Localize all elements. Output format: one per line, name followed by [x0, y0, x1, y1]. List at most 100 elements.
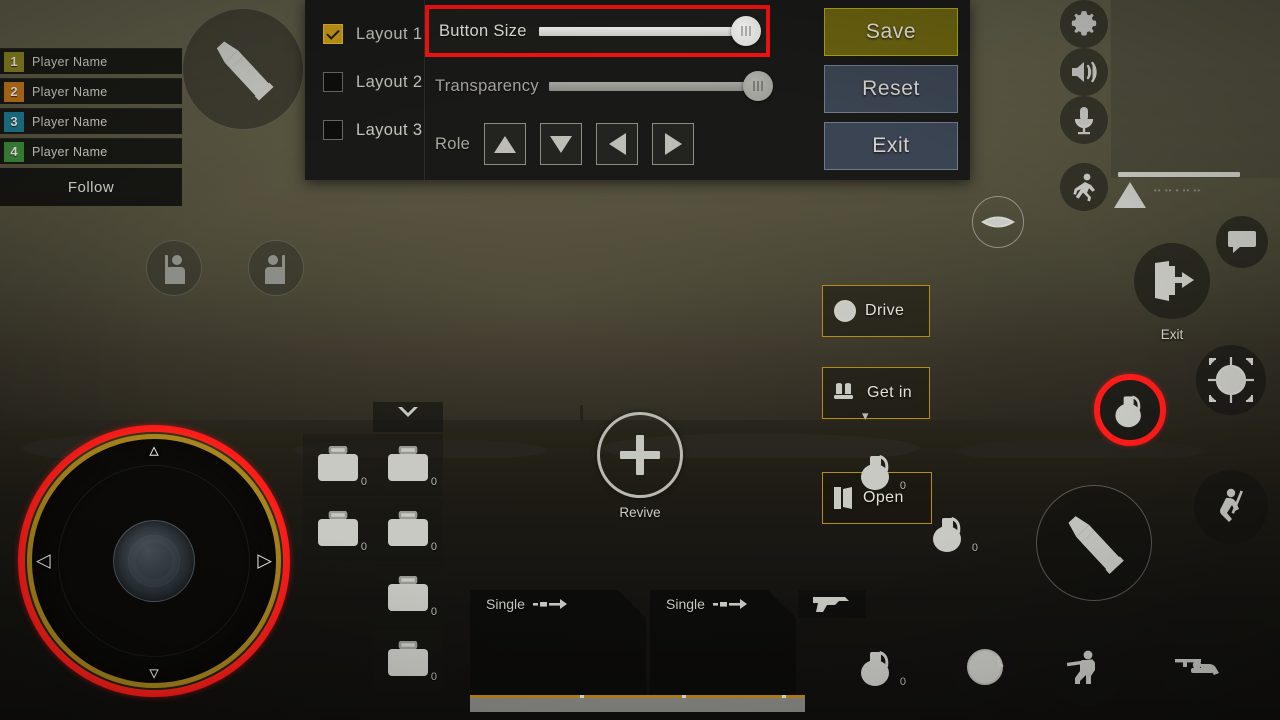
- item-slot[interactable]: 0: [373, 499, 443, 561]
- warning-icon: [1114, 182, 1146, 208]
- panel-exit-button[interactable]: Exit: [824, 122, 958, 170]
- follow-button[interactable]: Follow: [0, 168, 182, 206]
- revive-circle: [597, 412, 683, 498]
- minimap[interactable]: [1110, 0, 1280, 178]
- sprint-button[interactable]: [1060, 163, 1108, 211]
- revive-label: Revive: [619, 505, 661, 520]
- microphone-button[interactable]: [1060, 96, 1108, 144]
- weapon-slot-secondary[interactable]: Single: [650, 590, 796, 695]
- item-count: 0: [360, 541, 367, 553]
- speaker-icon: [1072, 61, 1097, 83]
- joystick-up-chevron: ▵: [149, 440, 159, 461]
- weapon-slot-tab: Single: [650, 590, 796, 618]
- role-move-up-button[interactable]: [484, 123, 527, 165]
- distant-tree: [580, 405, 583, 421]
- weapon-slot-primary[interactable]: Single: [470, 590, 646, 695]
- compass-bar: [1118, 172, 1240, 177]
- item-collapse-button[interactable]: [373, 402, 443, 432]
- gear-icon: [1071, 11, 1097, 36]
- grenade-icon: [933, 517, 961, 552]
- fire-mode-label: Single: [666, 596, 705, 612]
- get-in-label: Get in: [867, 384, 913, 401]
- team-member-name: Player Name: [32, 144, 108, 159]
- layout-2-checkbox[interactable]: [323, 72, 343, 92]
- grenade-slot[interactable]: 0: [846, 636, 908, 698]
- item-slot[interactable]: 0: [373, 434, 443, 496]
- save-button[interactable]: Save: [824, 8, 958, 56]
- team-member-row[interactable]: 4 Player Name: [0, 138, 182, 164]
- peek-button[interactable]: [972, 196, 1024, 248]
- team-member-row[interactable]: 2 Player Name: [0, 78, 182, 104]
- grenade-slot[interactable]: 0: [918, 502, 980, 564]
- weapon-slot-pistol[interactable]: [798, 590, 866, 618]
- item-slot[interactable]: 0: [373, 629, 443, 691]
- item-slot[interactable]: 0: [373, 564, 443, 626]
- grenade-count: 0: [899, 480, 906, 492]
- movement-joystick[interactable]: ▵ ▿ ◁ ▷: [18, 425, 290, 697]
- lean-right-icon: [265, 255, 285, 284]
- team-member-badge: 3: [4, 111, 24, 132]
- button-size-slider[interactable]: [538, 16, 761, 46]
- sprint-icon: [1073, 173, 1095, 202]
- team-member-row[interactable]: 1 Player Name: [0, 48, 182, 74]
- item-count: 0: [360, 476, 367, 488]
- layout-option-3[interactable]: Layout 3: [323, 106, 424, 154]
- layout-option-2[interactable]: Layout 2: [323, 58, 424, 106]
- vault-button[interactable]: [1194, 470, 1268, 544]
- team-member-row[interactable]: 3 Player Name: [0, 108, 182, 134]
- fire-mode-arrow-icon: [712, 599, 747, 609]
- get-in-collapse-chevron[interactable]: ▾: [862, 408, 869, 424]
- get-in-button[interactable]: Get in: [822, 367, 930, 419]
- warning-text: •• •• • •• ••: [1154, 186, 1202, 195]
- steering-wheel-icon: [834, 300, 856, 322]
- role-move-down-button[interactable]: [540, 123, 583, 165]
- revive-button[interactable]: Revive: [597, 412, 683, 520]
- layout-3-label: Layout 3: [356, 120, 423, 139]
- arrow-left-icon: [608, 133, 626, 155]
- bullet-icon: [216, 41, 274, 101]
- slider-knob[interactable]: [730, 16, 761, 46]
- scope-button[interactable]: [1196, 345, 1266, 415]
- drive-button[interactable]: Drive: [822, 285, 930, 337]
- layout-option-1[interactable]: Layout 1: [323, 10, 424, 58]
- reload-button[interactable]: [952, 634, 1018, 700]
- transparency-slider[interactable]: [548, 71, 773, 101]
- item-count: 0: [430, 541, 437, 553]
- chevron-down-icon: [398, 407, 418, 417]
- exit-vehicle-button[interactable]: [1134, 243, 1210, 319]
- joystick-knob[interactable]: [113, 520, 195, 602]
- audio-toggle-button[interactable]: [1060, 48, 1108, 96]
- lean-left-button[interactable]: [146, 240, 202, 296]
- role-row: Role: [429, 118, 774, 170]
- bullet-icon: [1068, 516, 1124, 574]
- fire-button-secondary[interactable]: [182, 8, 304, 130]
- slider-track: [538, 26, 751, 36]
- team-member-badge: 4: [4, 141, 24, 162]
- grenade-button[interactable]: [1094, 374, 1166, 446]
- joystick-left-chevron: ◁: [36, 550, 51, 572]
- crouch-icon: [1066, 650, 1095, 684]
- item-slot[interactable]: 0: [303, 499, 373, 561]
- layout-3-checkbox[interactable]: [323, 120, 343, 140]
- exit-door-icon: [1155, 261, 1194, 301]
- settings-button[interactable]: [1060, 0, 1108, 48]
- slider-knob[interactable]: [742, 71, 773, 101]
- reset-button[interactable]: Reset: [824, 65, 958, 113]
- vault-jump-icon: [1220, 488, 1243, 522]
- item-slot[interactable]: 0: [303, 434, 373, 496]
- layout-1-checkbox[interactable]: [323, 24, 343, 44]
- fire-button-primary[interactable]: [1036, 485, 1152, 601]
- role-move-right-button[interactable]: [652, 123, 695, 165]
- grenade-count: 0: [971, 542, 978, 554]
- crouch-button[interactable]: [1048, 630, 1124, 706]
- warning-triangle-icon: [1112, 180, 1148, 210]
- grenade-slot[interactable]: 0: [846, 440, 908, 502]
- arrow-down-icon: [550, 135, 573, 153]
- grenade-highlight-ring: [1094, 374, 1166, 446]
- pistol-icon: [813, 597, 849, 612]
- prone-button[interactable]: [1160, 628, 1236, 704]
- lean-right-button[interactable]: [248, 240, 304, 296]
- chat-button[interactable]: [1216, 216, 1268, 268]
- role-move-left-button[interactable]: [596, 123, 639, 165]
- item-count: 0: [430, 671, 437, 683]
